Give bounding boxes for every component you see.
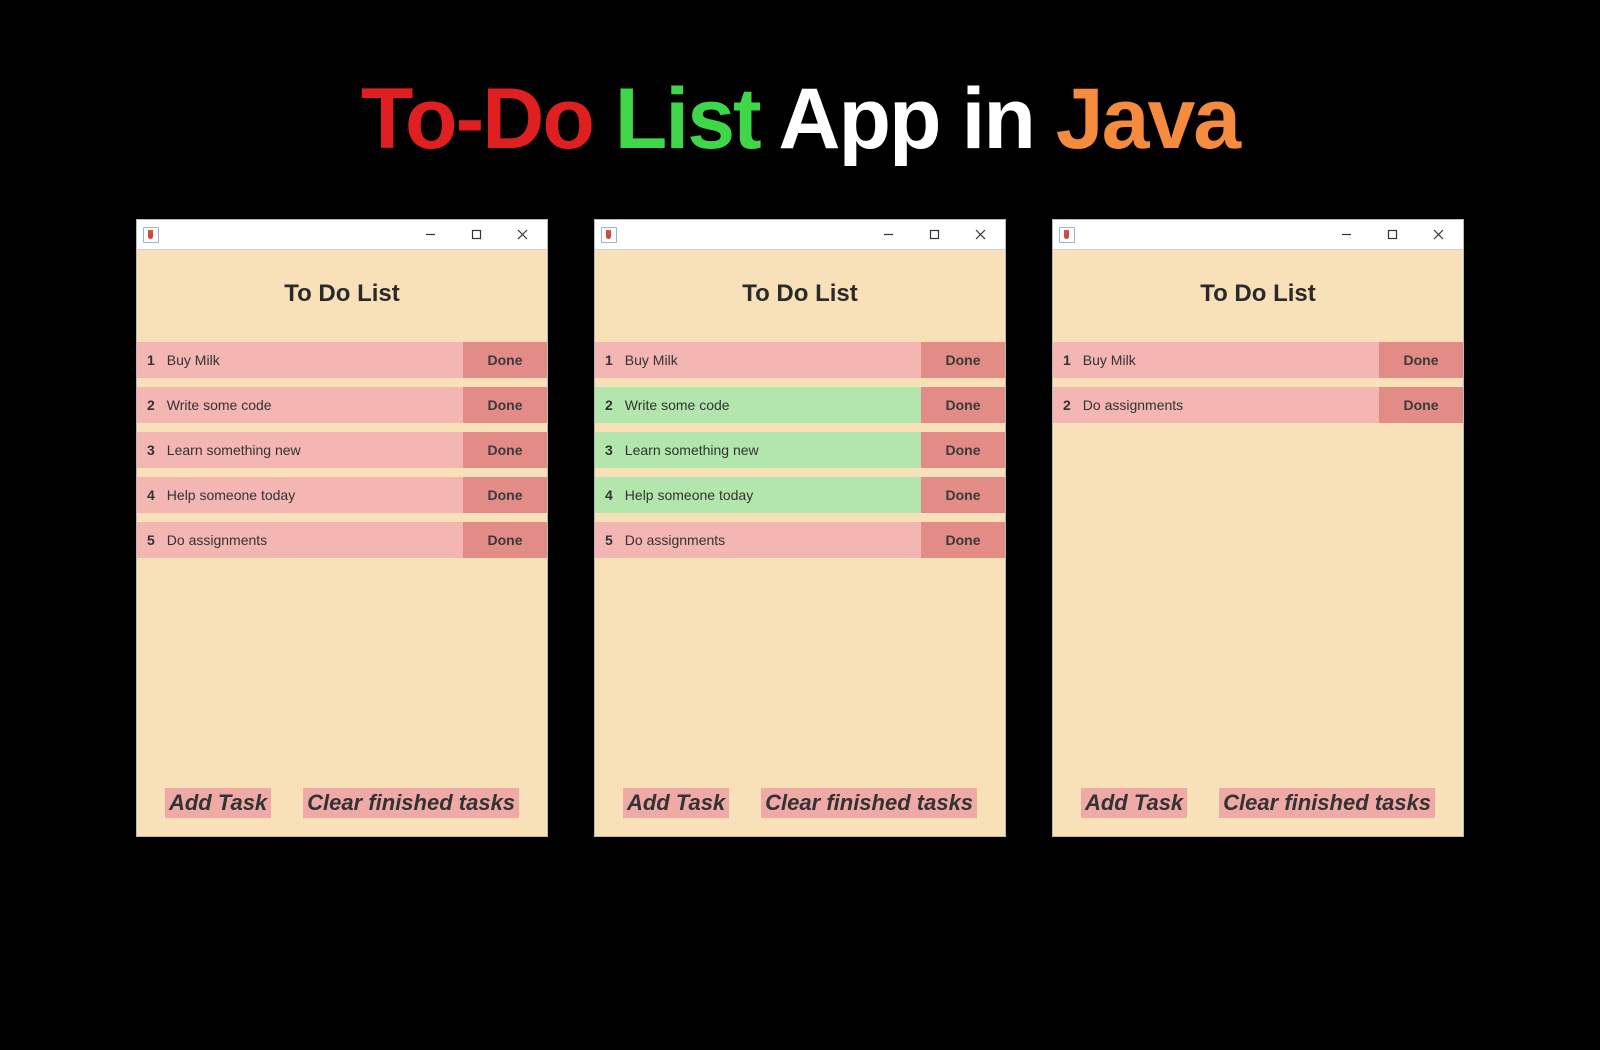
add-task-button[interactable]: Add Task [1081,788,1187,818]
app-title: To Do List [137,250,547,342]
task-row: 1 Buy Milk Done [595,342,1005,378]
title-word-1: To-Do [361,71,593,167]
done-button[interactable]: Done [921,477,1005,513]
task-number: 5 [147,532,155,548]
done-button[interactable]: Done [921,432,1005,468]
task-text: Buy Milk [1083,352,1136,368]
clear-finished-button[interactable]: Clear finished tasks [761,788,977,818]
task-body[interactable]: 2 Write some code [595,387,921,423]
task-row: 3 Learn something new Done [595,432,1005,468]
task-row: 2 Do assignments Done [1053,387,1463,423]
maximize-button[interactable] [911,220,957,250]
app-window-left: To Do List 1 Buy Milk Done 2 Write some co… [136,219,548,837]
done-button[interactable]: Done [463,387,547,423]
task-row: 2 Write some code Done [595,387,1005,423]
add-task-button[interactable]: Add Task [165,788,271,818]
task-body[interactable]: 3 Learn something new [595,432,921,468]
window-titlebar[interactable] [595,220,1005,250]
done-button[interactable]: Done [463,342,547,378]
task-body[interactable]: 2 Write some code [137,387,463,423]
task-number: 4 [605,487,613,503]
maximize-button[interactable] [453,220,499,250]
task-row: 3 Learn something new Done [137,432,547,468]
task-number: 2 [1063,397,1071,413]
done-button[interactable]: Done [1379,342,1463,378]
task-row: 1 Buy Milk Done [1053,342,1463,378]
task-text: Do assignments [1083,397,1183,413]
task-text: Help someone today [625,487,753,503]
task-row: 4 Help someone today Done [137,477,547,513]
maximize-button[interactable] [1369,220,1415,250]
done-button[interactable]: Done [463,477,547,513]
close-button[interactable] [957,220,1003,250]
task-body[interactable]: 1 Buy Milk [595,342,921,378]
task-body[interactable]: 5 Do assignments [137,522,463,558]
done-button[interactable]: Done [1379,387,1463,423]
add-task-button[interactable]: Add Task [623,788,729,818]
close-button[interactable] [1415,220,1461,250]
task-body[interactable]: 4 Help someone today [595,477,921,513]
task-number: 3 [147,442,155,458]
task-text: Learn something new [625,442,759,458]
task-body[interactable]: 2 Do assignments [1053,387,1379,423]
minimize-button[interactable] [1323,220,1369,250]
task-text: Learn something new [167,442,301,458]
title-word-2: List [615,71,760,167]
minimize-button[interactable] [407,220,453,250]
done-button[interactable]: Done [463,432,547,468]
task-number: 3 [605,442,613,458]
task-text: Buy Milk [625,352,678,368]
task-row: 2 Write some code Done [137,387,547,423]
task-row: 5 Do assignments Done [595,522,1005,558]
clear-finished-button[interactable]: Clear finished tasks [1219,788,1435,818]
task-list: 1 Buy Milk Done 2 Write some code Done 3 Le… [137,342,547,567]
task-body[interactable]: 5 Do assignments [595,522,921,558]
done-button[interactable]: Done [921,387,1005,423]
task-row: 4 Help someone today Done [595,477,1005,513]
task-number: 2 [605,397,613,413]
clear-finished-button[interactable]: Clear finished tasks [303,788,519,818]
task-row: 5 Do assignments Done [137,522,547,558]
task-text: Do assignments [625,532,725,548]
done-button[interactable]: Done [463,522,547,558]
task-number: 5 [605,532,613,548]
task-body[interactable]: 4 Help someone today [137,477,463,513]
app-window-right: To Do List 1 Buy Milk Done 2 Do assignment… [1052,219,1464,837]
task-list: 1 Buy Milk Done 2 Do assignments Done [1053,342,1463,432]
task-body[interactable]: 1 Buy Milk [137,342,463,378]
java-icon [1059,227,1075,243]
done-button[interactable]: Done [921,342,1005,378]
window-titlebar[interactable] [137,220,547,250]
task-text: Write some code [625,397,730,413]
task-list: 1 Buy Milk Done 2 Write some code Done 3 Le… [595,342,1005,567]
task-text: Do assignments [167,532,267,548]
task-text: Write some code [167,397,272,413]
task-row: 1 Buy Milk Done [137,342,547,378]
title-word-4: Java [1056,71,1239,167]
title-word-3: App in [778,71,1034,167]
app-footer: Add Task Clear finished tasks [1053,788,1463,836]
task-body[interactable]: 1 Buy Milk [1053,342,1379,378]
task-text: Help someone today [167,487,295,503]
app-title: To Do List [1053,250,1463,342]
task-number: 1 [147,352,155,368]
task-text: Buy Milk [167,352,220,368]
done-button[interactable]: Done [921,522,1005,558]
task-number: 1 [1063,352,1071,368]
java-icon [601,227,617,243]
app-title: To Do List [595,250,1005,342]
close-button[interactable] [499,220,545,250]
minimize-button[interactable] [865,220,911,250]
window-titlebar[interactable] [1053,220,1463,250]
task-body[interactable]: 3 Learn something new [137,432,463,468]
java-icon [143,227,159,243]
app-footer: Add Task Clear finished tasks [595,788,1005,836]
task-number: 4 [147,487,155,503]
task-number: 1 [605,352,613,368]
app-window-middle: To Do List 1 Buy Milk Done 2 Write some co… [594,219,1006,837]
app-footer: Add Task Clear finished tasks [137,788,547,836]
page-heading: To-Do List App in Java [0,0,1600,219]
task-number: 2 [147,397,155,413]
windows-row: To Do List 1 Buy Milk Done 2 Write some co… [0,219,1600,837]
